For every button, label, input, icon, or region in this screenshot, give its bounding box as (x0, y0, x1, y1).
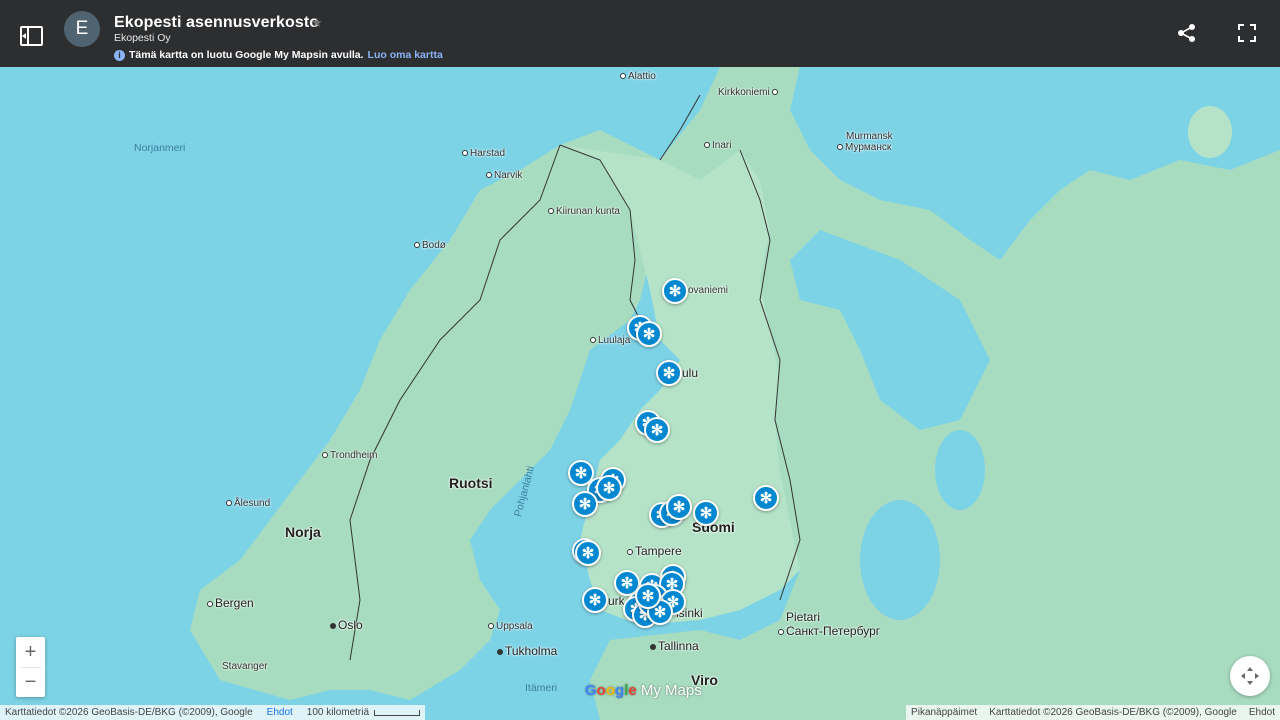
info-icon: i (114, 49, 125, 61)
attribution-right: Pikanäppäimet Karttatiedot ©2026 GeoBasi… (906, 705, 1280, 720)
fullscreen-icon[interactable] (1234, 20, 1260, 46)
label-uppsala: Uppsala (488, 621, 533, 632)
label-narvik: Narvik (486, 170, 522, 181)
label-alattio: Alattio (620, 71, 656, 82)
snowflake-icon[interactable]: ✻ (636, 321, 662, 347)
snowflake-icon[interactable]: ✻ (644, 417, 670, 443)
map-title: Ekopesti asennusverkosto (114, 14, 320, 31)
label-tukholma: Tukholma (497, 644, 557, 658)
map-canvas[interactable]: Norjanmeri Alattio Kirkkoniemi Inari Mur… (0, 67, 1280, 720)
star-icon[interactable]: ★ (311, 15, 323, 31)
label-stavanger: Stavanger (222, 661, 268, 672)
label-tallinna: Tallinna (650, 639, 699, 653)
map-owner: Ekopesti Oy (114, 32, 171, 44)
snowflake-icon[interactable]: ✻ (666, 494, 692, 520)
label-bodo: Bodø (414, 240, 446, 251)
label-itameri: Itämeri (525, 682, 558, 694)
label-norjanmeri: Norjanmeri (134, 142, 186, 154)
scale-label: 100 kilometriä (306, 707, 370, 718)
label-rovaniemi: ovaniemi (688, 285, 729, 296)
label-oslo: Oslo (330, 618, 363, 632)
zoom-divider (20, 667, 41, 668)
zoom-control: + − (16, 637, 45, 697)
label-kiiruna: Kiirunan kunta (548, 206, 620, 217)
snowflake-icon[interactable]: ✻ (572, 491, 598, 517)
label-inari: Inari (704, 140, 731, 151)
info-text: Tämä kartta on luotu Google My Mapsin av… (129, 49, 364, 61)
snowflake-icon[interactable]: ✻ (753, 485, 779, 511)
snowflake-icon[interactable]: ✻ (635, 583, 661, 609)
zoom-in-button[interactable]: + (16, 637, 45, 667)
snowflake-icon[interactable]: ✻ (575, 540, 601, 566)
label-trondheim: Trondheim (322, 450, 377, 461)
label-oulu: ulu (682, 366, 699, 380)
share-icon[interactable] (1174, 20, 1200, 46)
attribution-text: Karttatiedot ©2026 GeoBasis-DE/BKG (©200… (5, 707, 253, 718)
label-turku: urk (608, 594, 625, 608)
snowflake-icon[interactable]: ✻ (582, 587, 608, 613)
sidebar-toggle-icon[interactable] (18, 22, 46, 50)
label-pietari: Pietari Санкт-Петербург (778, 610, 880, 638)
snowflake-icon[interactable]: ✻ (662, 278, 688, 304)
label-kirkkoniemi: Kirkkoniemi (718, 87, 780, 98)
keyboard-shortcuts-link[interactable]: Pikanäppäimet (911, 707, 977, 718)
google-my-maps-logo: Google My Maps (585, 682, 702, 699)
label-lulea: Luulaja (590, 335, 630, 346)
label-ruotsi: Ruotsi (449, 475, 493, 491)
label-bergen: Bergen (207, 596, 254, 610)
snowflake-icon[interactable]: ✻ (656, 360, 682, 386)
create-map-link[interactable]: Luo oma kartta (368, 49, 443, 61)
label-alesund: Ålesund (226, 498, 270, 509)
terms-link-right[interactable]: Ehdot (1249, 707, 1275, 718)
scale-bar (374, 709, 421, 716)
attribution-text-right: Karttatiedot ©2026 GeoBasis-DE/BKG (©200… (989, 707, 1237, 718)
map-header: E Ekopesti asennusverkosto ★ Ekopesti Oy… (0, 0, 1280, 67)
label-murmansk: Murmansk Мурманск (837, 131, 893, 153)
zoom-out-button[interactable]: − (16, 667, 45, 697)
avatar[interactable]: E (64, 11, 100, 47)
snowflake-icon[interactable]: ✻ (596, 475, 622, 501)
snowflake-icon[interactable]: ✻ (693, 500, 719, 526)
label-harstad: Harstad (462, 148, 505, 159)
label-norja: Norja (285, 524, 321, 540)
terms-link[interactable]: Ehdot (267, 707, 293, 718)
label-tampere: Tampere (627, 544, 682, 558)
attribution-left: Karttatiedot ©2026 GeoBasis-DE/BKG (©200… (0, 705, 426, 720)
recenter-icon[interactable] (1230, 656, 1270, 696)
info-row: i Tämä kartta on luotu Google My Mapsin … (114, 49, 443, 61)
